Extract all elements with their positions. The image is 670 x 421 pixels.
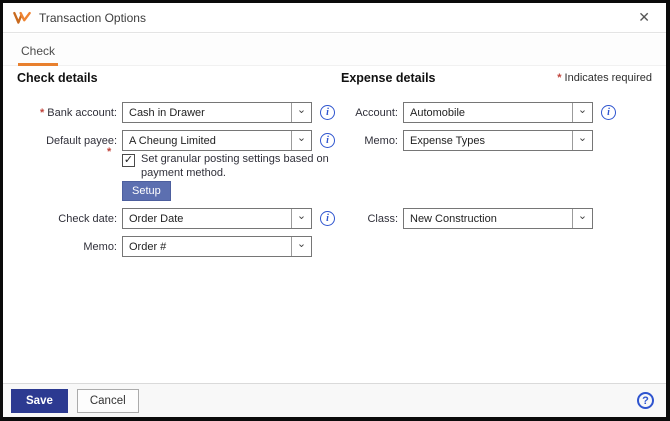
granular-posting-label: Set granular posting settings based on p… [141, 153, 357, 181]
tab-check-label: Check [21, 44, 55, 58]
default-payee-required-asterisk: * [107, 146, 111, 158]
check-date-select[interactable]: Order Date ⌄ [122, 208, 312, 229]
expense-account-select[interactable]: Automobile ⌄ [403, 102, 593, 123]
check-date-info-icon[interactable]: i [320, 211, 335, 226]
tab-check[interactable]: Check [18, 42, 58, 66]
expense-account-row: Account: Automobile ⌄ i [340, 102, 616, 123]
expense-details-heading: Expense details [341, 71, 436, 85]
required-asterisk: * [557, 72, 561, 84]
check-date-label: Check date: [16, 213, 117, 225]
app-logo-icon [13, 11, 31, 25]
check-date-row: Check date: Order Date ⌄ i [16, 208, 335, 229]
expense-memo-select[interactable]: Expense Types ⌄ [403, 130, 593, 151]
dialog-footer: Save Cancel ? [3, 383, 666, 417]
expense-account-info-icon[interactable]: i [601, 105, 616, 120]
check-memo-label: Memo: [16, 241, 117, 253]
chevron-down-icon[interactable]: ⌄ [291, 237, 311, 256]
transaction-options-dialog: Transaction Options ✕ Check Check detail… [0, 0, 670, 421]
default-payee-row: Default payee: A Cheung Limited ⌄ i [16, 130, 335, 151]
required-asterisk: * [40, 107, 44, 119]
chevron-down-icon[interactable]: ⌄ [291, 209, 311, 228]
close-icon[interactable]: ✕ [634, 9, 654, 27]
checkbox-checked-icon[interactable]: ✓ [122, 154, 135, 167]
bank-account-select[interactable]: Cash in Drawer ⌄ [122, 102, 312, 123]
save-button[interactable]: Save [11, 389, 68, 413]
chevron-down-icon[interactable]: ⌄ [291, 131, 311, 150]
cancel-button[interactable]: Cancel [77, 389, 139, 413]
default-payee-value: A Cheung Limited [123, 131, 291, 150]
default-payee-info-icon[interactable]: i [320, 133, 335, 148]
expense-memo-row: Memo: Expense Types ⌄ [340, 130, 593, 151]
check-memo-select[interactable]: Order # ⌄ [122, 236, 312, 257]
check-memo-row: Memo: Order # ⌄ [16, 236, 312, 257]
default-payee-select[interactable]: A Cheung Limited ⌄ [122, 130, 312, 151]
help-icon[interactable]: ? [637, 392, 654, 409]
class-value: New Construction [404, 209, 572, 228]
dialog-title: Transaction Options [39, 11, 146, 25]
indicates-required-text: Indicates required [565, 72, 652, 84]
default-payee-label: Default payee: [16, 135, 117, 147]
chevron-down-icon[interactable]: ⌄ [291, 103, 311, 122]
dialog-titlebar: Transaction Options ✕ [3, 3, 666, 33]
class-select[interactable]: New Construction ⌄ [403, 208, 593, 229]
check-date-value: Order Date [123, 209, 291, 228]
expense-account-value: Automobile [404, 103, 572, 122]
chevron-down-icon[interactable]: ⌄ [572, 209, 592, 228]
expense-account-label: Account: [340, 107, 398, 119]
class-label: Class: [340, 213, 398, 225]
indicates-required-note: * Indicates required [557, 72, 652, 84]
expense-memo-label: Memo: [340, 135, 398, 147]
bank-account-label: * Bank account: [16, 107, 117, 119]
check-details-heading: Check details [17, 71, 98, 85]
bank-account-info-icon[interactable]: i [320, 105, 335, 120]
setup-button[interactable]: Setup [122, 181, 171, 201]
bank-account-value: Cash in Drawer [123, 103, 291, 122]
tab-strip: Check [3, 34, 666, 66]
expense-memo-value: Expense Types [404, 131, 572, 150]
chevron-down-icon[interactable]: ⌄ [572, 131, 592, 150]
check-memo-value: Order # [123, 237, 291, 256]
chevron-down-icon[interactable]: ⌄ [572, 103, 592, 122]
class-row: Class: New Construction ⌄ [340, 208, 593, 229]
bank-account-row: * Bank account: Cash in Drawer ⌄ i [16, 102, 335, 123]
granular-posting-checkbox-row[interactable]: ✓ Set granular posting settings based on… [122, 153, 357, 181]
